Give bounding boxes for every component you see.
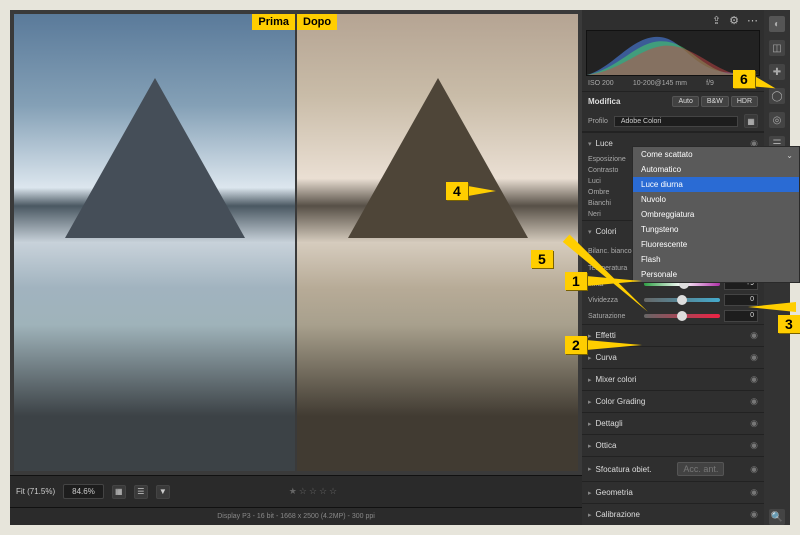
- fit-label: Fit (71.5%): [16, 487, 55, 496]
- eye-icon[interactable]: ◉: [750, 330, 758, 341]
- callout-2: 2: [565, 336, 587, 354]
- main-area: Prima Dopo Fit (71.5%) 84.6% ▦ ☰ ▼ ★ ☆ ☆…: [10, 10, 582, 525]
- pointer-4: [468, 186, 496, 196]
- color-title: Colori: [596, 227, 617, 236]
- panel-lens: Sfocatura obiet.Acc. ant.◉: [582, 456, 764, 481]
- star-icon[interactable]: ☆: [319, 486, 327, 497]
- chevron-down-icon: ⌄: [786, 151, 793, 160]
- exif-lens: 10-200@145 mm: [633, 80, 687, 87]
- before-label: Prima: [252, 14, 295, 30]
- saturation-slider[interactable]: [644, 314, 720, 318]
- edit-title: Modifica: [588, 97, 620, 106]
- early-access-badge: Acc. ant.: [677, 462, 724, 476]
- panel-mixer-header[interactable]: Mixer colori◉: [582, 369, 764, 390]
- eye-icon[interactable]: ◉: [750, 396, 758, 407]
- eye-icon[interactable]: ◉: [750, 440, 758, 451]
- exif-iso: ISO 200: [588, 80, 614, 87]
- panel-lens-header[interactable]: Sfocatura obiet.Acc. ant.◉: [582, 457, 764, 481]
- panel-optics-header[interactable]: Ottica◉: [582, 435, 764, 456]
- star-icon[interactable]: ☆: [309, 486, 317, 497]
- grid-icon[interactable]: ▦: [112, 485, 126, 499]
- panel-curve-header[interactable]: Curva◉: [582, 347, 764, 368]
- eye-icon[interactable]: ◉: [750, 509, 758, 520]
- profile-value[interactable]: Adobe Colori: [614, 116, 738, 127]
- panel-geom: Geometria◉: [582, 481, 764, 503]
- pointer-2: [586, 340, 642, 350]
- vibrance-slider[interactable]: [644, 298, 720, 302]
- panel-mixer: Mixer colori◉: [582, 368, 764, 390]
- zoom-dropdown[interactable]: 84.6%: [63, 484, 104, 499]
- wb-option[interactable]: Automatico: [633, 162, 799, 177]
- callout-5: 5: [531, 250, 553, 268]
- wb-option[interactable]: Fluorescente: [633, 237, 799, 252]
- rating-stars[interactable]: ★ ☆ ☆ ☆ ☆: [289, 486, 337, 497]
- callout-4: 4: [446, 182, 468, 200]
- auto-button[interactable]: Auto: [672, 96, 698, 107]
- profile-grid-icon[interactable]: ▦: [744, 114, 758, 128]
- pointer-3: [748, 302, 796, 312]
- compare-view: Prima Dopo: [10, 10, 582, 475]
- mountain-shape: [348, 78, 528, 238]
- eye-icon[interactable]: ◉: [750, 352, 758, 363]
- eye-icon[interactable]: ◉: [750, 374, 758, 385]
- mountain-shape: [65, 78, 245, 238]
- zoom-tool-icon[interactable]: 🔍: [769, 509, 785, 525]
- panel-grading: Color Grading◉: [582, 390, 764, 412]
- callout-3: 3: [778, 315, 800, 333]
- photo-before[interactable]: Prima: [14, 14, 295, 471]
- profile-label: Profilo: [588, 118, 608, 125]
- heal-tool-icon[interactable]: ✚: [769, 64, 785, 80]
- redeye-tool-icon[interactable]: ◎: [769, 112, 785, 128]
- filter-icon[interactable]: ▼: [156, 485, 170, 499]
- light-title: Luce: [596, 139, 613, 148]
- wb-option[interactable]: Nuvolo: [633, 192, 799, 207]
- photo-after[interactable]: Dopo: [297, 14, 578, 471]
- wb-option[interactable]: Flash: [633, 252, 799, 267]
- wb-option[interactable]: Personale: [633, 267, 799, 282]
- panel-detail: Dettagli◉: [582, 412, 764, 434]
- panel-calib: Calibrazione◉: [582, 503, 764, 525]
- callout-1: 1: [565, 272, 587, 290]
- panel-grading-header[interactable]: Color Grading◉: [582, 391, 764, 412]
- callout-6: 6: [733, 70, 755, 88]
- exif-aperture: f/9: [706, 80, 714, 87]
- app-window: Prima Dopo Fit (71.5%) 84.6% ▦ ☰ ▼ ★ ☆ ☆…: [10, 10, 790, 525]
- wb-option[interactable]: Come scattato: [633, 147, 799, 162]
- wb-option[interactable]: Tungsteno: [633, 222, 799, 237]
- eye-icon[interactable]: ◉: [750, 464, 758, 475]
- footer-info: Display P3 - 16 bit - 1668 x 2500 (4.2MP…: [10, 507, 582, 525]
- panel-detail-header[interactable]: Dettagli◉: [582, 413, 764, 434]
- panel-optics: Ottica◉: [582, 434, 764, 456]
- star-icon[interactable]: ☆: [299, 486, 307, 497]
- bottom-bar: Fit (71.5%) 84.6% ▦ ☰ ▼ ★ ☆ ☆ ☆ ☆: [10, 475, 582, 507]
- after-label: Dopo: [297, 14, 337, 30]
- bw-button[interactable]: B&W: [701, 96, 729, 107]
- wb-option[interactable]: Ombreggiatura: [633, 207, 799, 222]
- panel-calib-header[interactable]: Calibrazione◉: [582, 504, 764, 525]
- panel-geom-header[interactable]: Geometria◉: [582, 482, 764, 503]
- wb-option[interactable]: Luce diurna: [633, 177, 799, 192]
- edit-tool-icon[interactable]: ◐: [769, 16, 785, 32]
- hdr-button[interactable]: HDR: [731, 96, 758, 107]
- more-icon[interactable]: ⋯: [747, 14, 758, 26]
- star-icon[interactable]: ★: [289, 486, 297, 497]
- star-icon[interactable]: ☆: [329, 486, 337, 497]
- wb-dropdown-menu[interactable]: ⌄ Come scattatoAutomaticoLuce diurnaNuvo…: [632, 146, 800, 283]
- share-icon[interactable]: ⇪: [712, 14, 721, 26]
- saturation-label: Saturazione: [588, 313, 640, 320]
- compare-icon[interactable]: ☰: [134, 485, 148, 499]
- eye-icon[interactable]: ◉: [750, 418, 758, 429]
- gear-icon[interactable]: ⚙: [729, 14, 739, 26]
- eye-icon[interactable]: ◉: [750, 487, 758, 498]
- crop-tool-icon[interactable]: ◫: [769, 40, 785, 56]
